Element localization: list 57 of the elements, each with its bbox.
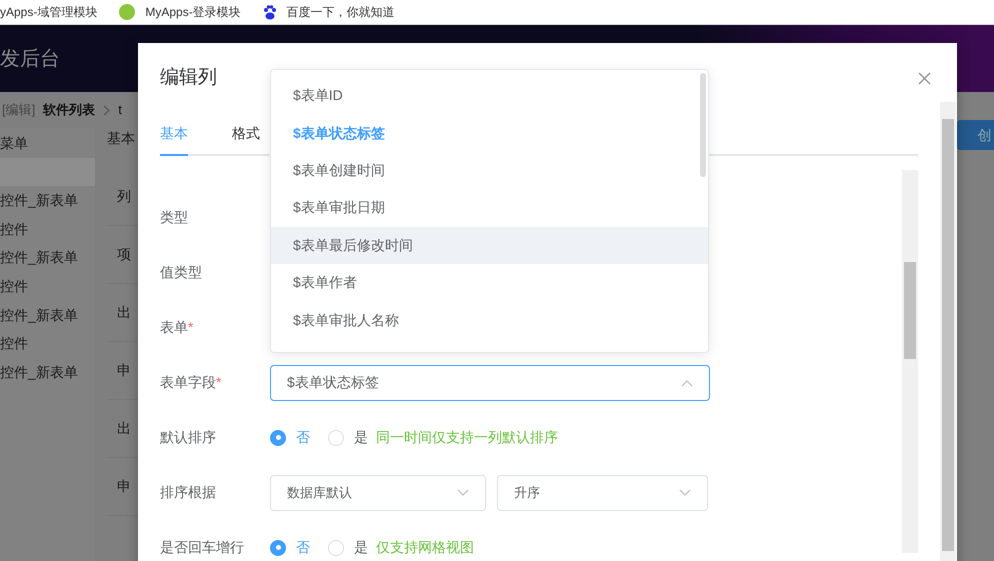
sidebar-item[interactable]: 控件 bbox=[0, 214, 95, 244]
dropdown-option[interactable]: $表单ID bbox=[271, 77, 708, 114]
dialog-title: 编辑列 bbox=[160, 66, 217, 90]
scrollbar[interactable] bbox=[902, 170, 918, 553]
dialog-tab[interactable]: 格式 bbox=[232, 113, 260, 156]
field-label: 值类型 bbox=[160, 263, 203, 282]
chevron-down-icon bbox=[457, 488, 469, 496]
field-label: 默认排序 bbox=[160, 428, 217, 447]
dropdown-scrollbar[interactable] bbox=[700, 73, 706, 177]
field-label: 是否回车增行 bbox=[160, 538, 245, 557]
sidebar-item[interactable]: 控件_新表单 bbox=[0, 358, 95, 387]
content-tab[interactable]: 基本 bbox=[107, 128, 140, 168]
close-icon[interactable] bbox=[918, 72, 931, 84]
dropdown-option[interactable]: $表单作者 bbox=[271, 264, 708, 302]
hint-text: 仅支持网格视图 bbox=[376, 538, 474, 557]
select-field[interactable]: 数据库默认 bbox=[270, 474, 486, 510]
radio-option[interactable]: 否 bbox=[270, 537, 310, 558]
w-logo-icon bbox=[119, 4, 136, 20]
chevron-up-icon bbox=[681, 378, 693, 386]
field-label: 类型 bbox=[160, 208, 189, 227]
field-label: 排序根据 bbox=[160, 483, 217, 502]
radio-icon bbox=[270, 540, 286, 556]
dropdown-option[interactable]: $表单创建时间 bbox=[271, 152, 708, 190]
breadcrumb-item: t bbox=[118, 101, 122, 120]
select-field[interactable]: 升序 bbox=[497, 474, 708, 510]
dropdown-option[interactable]: $表单审批日期 bbox=[271, 189, 708, 227]
app-title: 发后台 bbox=[0, 46, 60, 72]
sidebar-item[interactable]: 控件_新表单 bbox=[0, 243, 95, 272]
dialog-tab[interactable]: 基本 bbox=[160, 113, 188, 156]
sidebar-item[interactable]: 控件 bbox=[0, 272, 95, 301]
select-field[interactable]: $表单状态标签 bbox=[270, 364, 710, 400]
chevron-right-icon bbox=[103, 104, 110, 116]
breadcrumb-link[interactable]: 软件列表 bbox=[43, 100, 96, 120]
bookmark-link[interactable]: 百度一下，你就知道 bbox=[262, 3, 395, 21]
radio-icon bbox=[328, 540, 344, 556]
sidebar-item[interactable]: 控件_新表单 bbox=[0, 300, 95, 330]
dropdown-option[interactable]: $表单状态标签 bbox=[271, 114, 708, 152]
paw-icon bbox=[262, 4, 277, 20]
radio-option[interactable]: 是 bbox=[328, 427, 368, 448]
radio-option[interactable]: 是 bbox=[328, 537, 368, 558]
dropdown-option[interactable]: $表单最后修改时间 bbox=[271, 226, 708, 264]
sidebar-title: 菜单 bbox=[0, 134, 29, 152]
bookmark-link[interactable]: MyApps-登录模块 bbox=[119, 3, 241, 21]
sidebar-item[interactable]: 控件 bbox=[0, 329, 95, 358]
hint-text: 同一时间仅支持一列默认排序 bbox=[376, 428, 558, 447]
sidebar-item[interactable]: 控件_新表单 bbox=[0, 186, 95, 215]
breadcrumb-edit: [编辑] bbox=[2, 101, 36, 120]
page-scrollbar[interactable] bbox=[940, 102, 956, 561]
field-label: 表单* bbox=[160, 318, 194, 337]
field-label: 表单字段* bbox=[160, 373, 222, 392]
radio-icon bbox=[328, 430, 344, 446]
radio-option[interactable]: 否 bbox=[270, 427, 310, 448]
bookmark-link[interactable]: yApps-域管理模块 bbox=[0, 3, 98, 21]
dropdown-option[interactable]: $表单审批人名称 bbox=[271, 301, 708, 339]
radio-icon bbox=[270, 430, 286, 446]
chevron-down-icon bbox=[679, 488, 691, 496]
create-button[interactable]: 创 bbox=[957, 120, 994, 150]
